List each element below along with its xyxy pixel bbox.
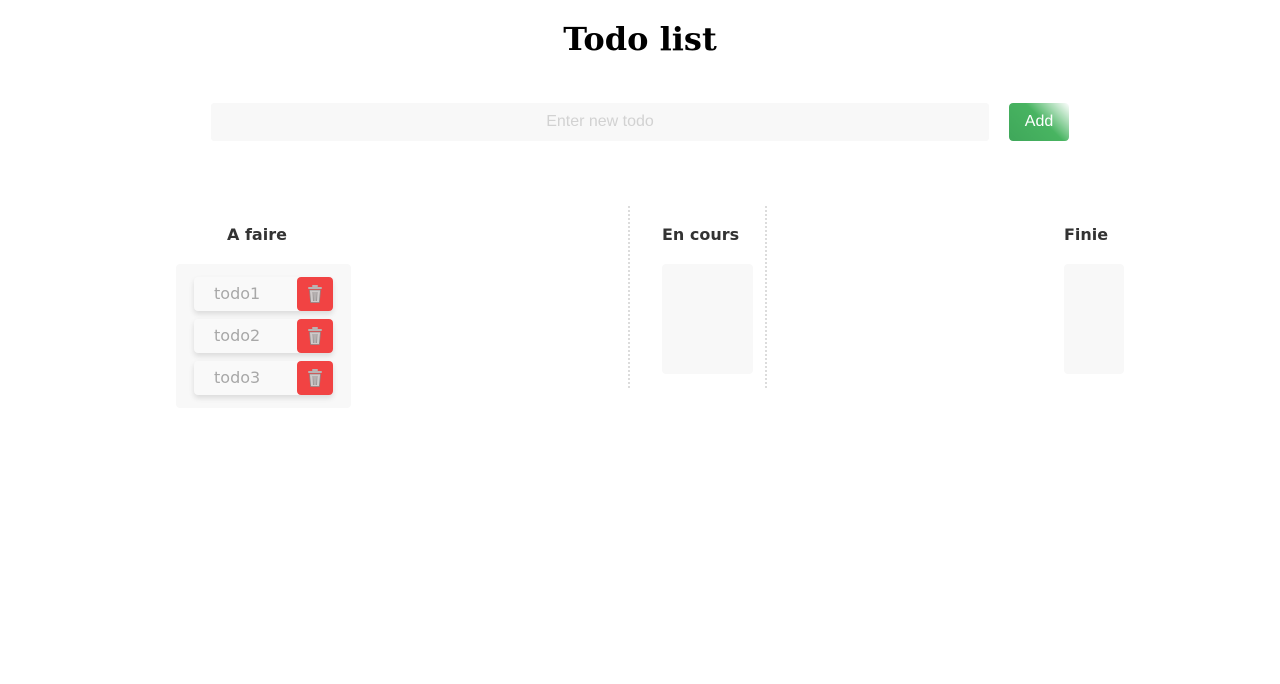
todo-item-label: todo2 xyxy=(214,326,261,345)
todo-item[interactable]: todo1 xyxy=(194,277,333,311)
delete-button[interactable] xyxy=(297,319,333,353)
trash-icon xyxy=(308,327,322,345)
trash-icon xyxy=(308,285,322,303)
todo-item[interactable]: todo2 xyxy=(194,319,333,353)
page-title: Todo list xyxy=(563,20,717,58)
todo-item-label: todo3 xyxy=(214,368,261,387)
dropzone-done[interactable] xyxy=(1064,264,1124,374)
new-todo-input[interactable] xyxy=(211,103,989,141)
trash-icon xyxy=(308,369,322,387)
dropzone-todo[interactable]: todo1 todo2 todo3 xyxy=(176,264,351,408)
todo-item-label: todo1 xyxy=(214,284,261,303)
column-divider xyxy=(765,206,767,388)
add-button[interactable]: Add xyxy=(1009,103,1069,141)
column-title-todo: A faire xyxy=(227,225,287,244)
column-divider xyxy=(628,206,630,388)
delete-button[interactable] xyxy=(297,277,333,311)
delete-button[interactable] xyxy=(297,361,333,395)
column-title-done: Finie xyxy=(1064,225,1109,244)
column-title-in-progress: En cours xyxy=(662,225,740,244)
dropzone-in-progress[interactable] xyxy=(662,264,753,374)
todo-item[interactable]: todo3 xyxy=(194,361,333,395)
